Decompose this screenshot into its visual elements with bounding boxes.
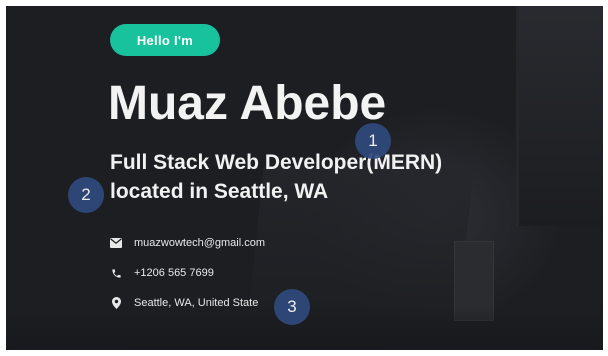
background-monitor (516, 6, 603, 226)
tagline-line-1: Full Stack Web Developer(MERN) (110, 151, 443, 174)
contact-location: Seattle, WA, United State (110, 295, 258, 311)
annotation-marker-2: 2 (68, 177, 104, 213)
background-book (454, 241, 494, 321)
email-text: muazwowtech@gmail.com (134, 237, 265, 249)
hero-tagline: Full Stack Web Developer(MERN) located i… (110, 148, 490, 206)
phone-icon (110, 267, 122, 279)
tagline-line-2: located in Seattle, WA (110, 180, 329, 203)
map-pin-icon (110, 297, 122, 309)
annotation-marker-1: 1 (355, 123, 391, 159)
location-text: Seattle, WA, United State (134, 297, 259, 309)
hero-section: Hello I'm Muaz Abebe Full Stack Web Deve… (6, 6, 603, 350)
contact-phone[interactable]: +1206 565 7699 (110, 265, 214, 281)
envelope-icon (110, 237, 122, 249)
background-glow (306, 106, 566, 326)
contact-email[interactable]: muazwowtech@gmail.com (110, 235, 265, 251)
annotation-marker-3: 3 (274, 289, 310, 325)
hello-badge: Hello I'm (110, 24, 220, 56)
hero-name: Muaz Abebe (108, 77, 387, 130)
phone-text: +1206 565 7699 (134, 267, 214, 279)
